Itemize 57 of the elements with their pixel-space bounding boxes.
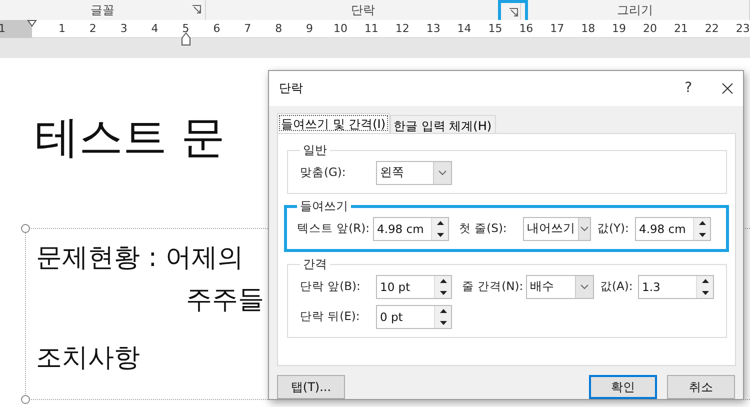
group-label: 단락 (351, 2, 375, 18)
ruler-number: 7 (244, 22, 252, 35)
ruler-number: 1 (0, 22, 6, 35)
ruler-number: 22 (704, 22, 719, 35)
ruler-number: 11 (364, 22, 378, 35)
group-label: 그리기 (617, 2, 653, 18)
field-label: 값(Y): (597, 221, 629, 236)
field-label: 첫 줄(S): (459, 221, 507, 236)
dropdown[interactable]: 내어쓰기 (523, 216, 591, 241)
group-label: 글꼴 (90, 2, 114, 18)
spin-field[interactable]: 1.3 (638, 274, 714, 299)
field-label: 줄 간격(N): (462, 279, 524, 294)
ruler-number: 3 (120, 22, 128, 35)
field-label: 단락 뒤(E): (300, 309, 360, 324)
ruler-number: 1 (58, 22, 66, 35)
field-label: 단락 앞(B): (300, 279, 360, 294)
dialog-button[interactable]: 탭(T)... (277, 375, 345, 399)
ruler-number: 15 (488, 22, 502, 35)
field-label: 맞춤(G): (300, 165, 346, 180)
group-title: 일반 (302, 142, 328, 159)
spin-field[interactable]: 0 pt (376, 304, 452, 329)
group-title: 들여쓰기 (299, 198, 349, 215)
ruler-number: 2 (89, 22, 96, 35)
ruler-number: 18 (581, 22, 596, 35)
group-title: 간격 (302, 256, 328, 273)
ruler-number: 6 (213, 22, 220, 35)
ruler-number: 4 (151, 22, 158, 35)
spin-field[interactable]: 4.98 cm (635, 216, 711, 241)
field-label: 값(A): (600, 279, 633, 294)
ruler-number: 10 (334, 22, 348, 35)
ruler-number: 13 (426, 22, 440, 35)
ruler-number: 17 (550, 22, 564, 35)
dialog-button[interactable]: 확인 (589, 375, 657, 399)
ruler-number: 20 (643, 22, 657, 35)
ruler-number: 23 (736, 22, 750, 35)
ruler-number: 9 (306, 22, 314, 35)
ruler-number: 5 (182, 22, 190, 35)
body-text: 문제현황 : 어제의 (36, 242, 244, 275)
ruler-number: 19 (612, 22, 626, 35)
dropdown[interactable]: 배수 (526, 274, 594, 299)
ruler-number: 14 (457, 22, 472, 35)
tab[interactable]: 들여쓰기 및 간격(I) (277, 112, 390, 133)
ruler-number: 8 (275, 22, 282, 35)
dialog-button[interactable]: 취소 (667, 375, 735, 399)
spin-field[interactable]: 4.98 cm (373, 216, 449, 241)
ruler-number: 16 (519, 22, 534, 35)
dropdown[interactable]: 왼쪽 (376, 160, 452, 185)
body-text: 주주들 (186, 284, 264, 317)
ruler-number: 12 (395, 22, 410, 35)
tab[interactable]: 한글 입력 체계(H) (390, 114, 496, 133)
spin-field[interactable]: 10 pt (376, 274, 452, 299)
dialog-title: 단락 (279, 80, 304, 97)
ruler-number: 21 (674, 22, 688, 35)
help-button[interactable]: ? (684, 80, 692, 96)
field-label: 텍스트 앞(R): (297, 221, 370, 236)
slide-title: 테스트 문 (35, 111, 225, 165)
body-text: 조치사항 (36, 342, 140, 375)
